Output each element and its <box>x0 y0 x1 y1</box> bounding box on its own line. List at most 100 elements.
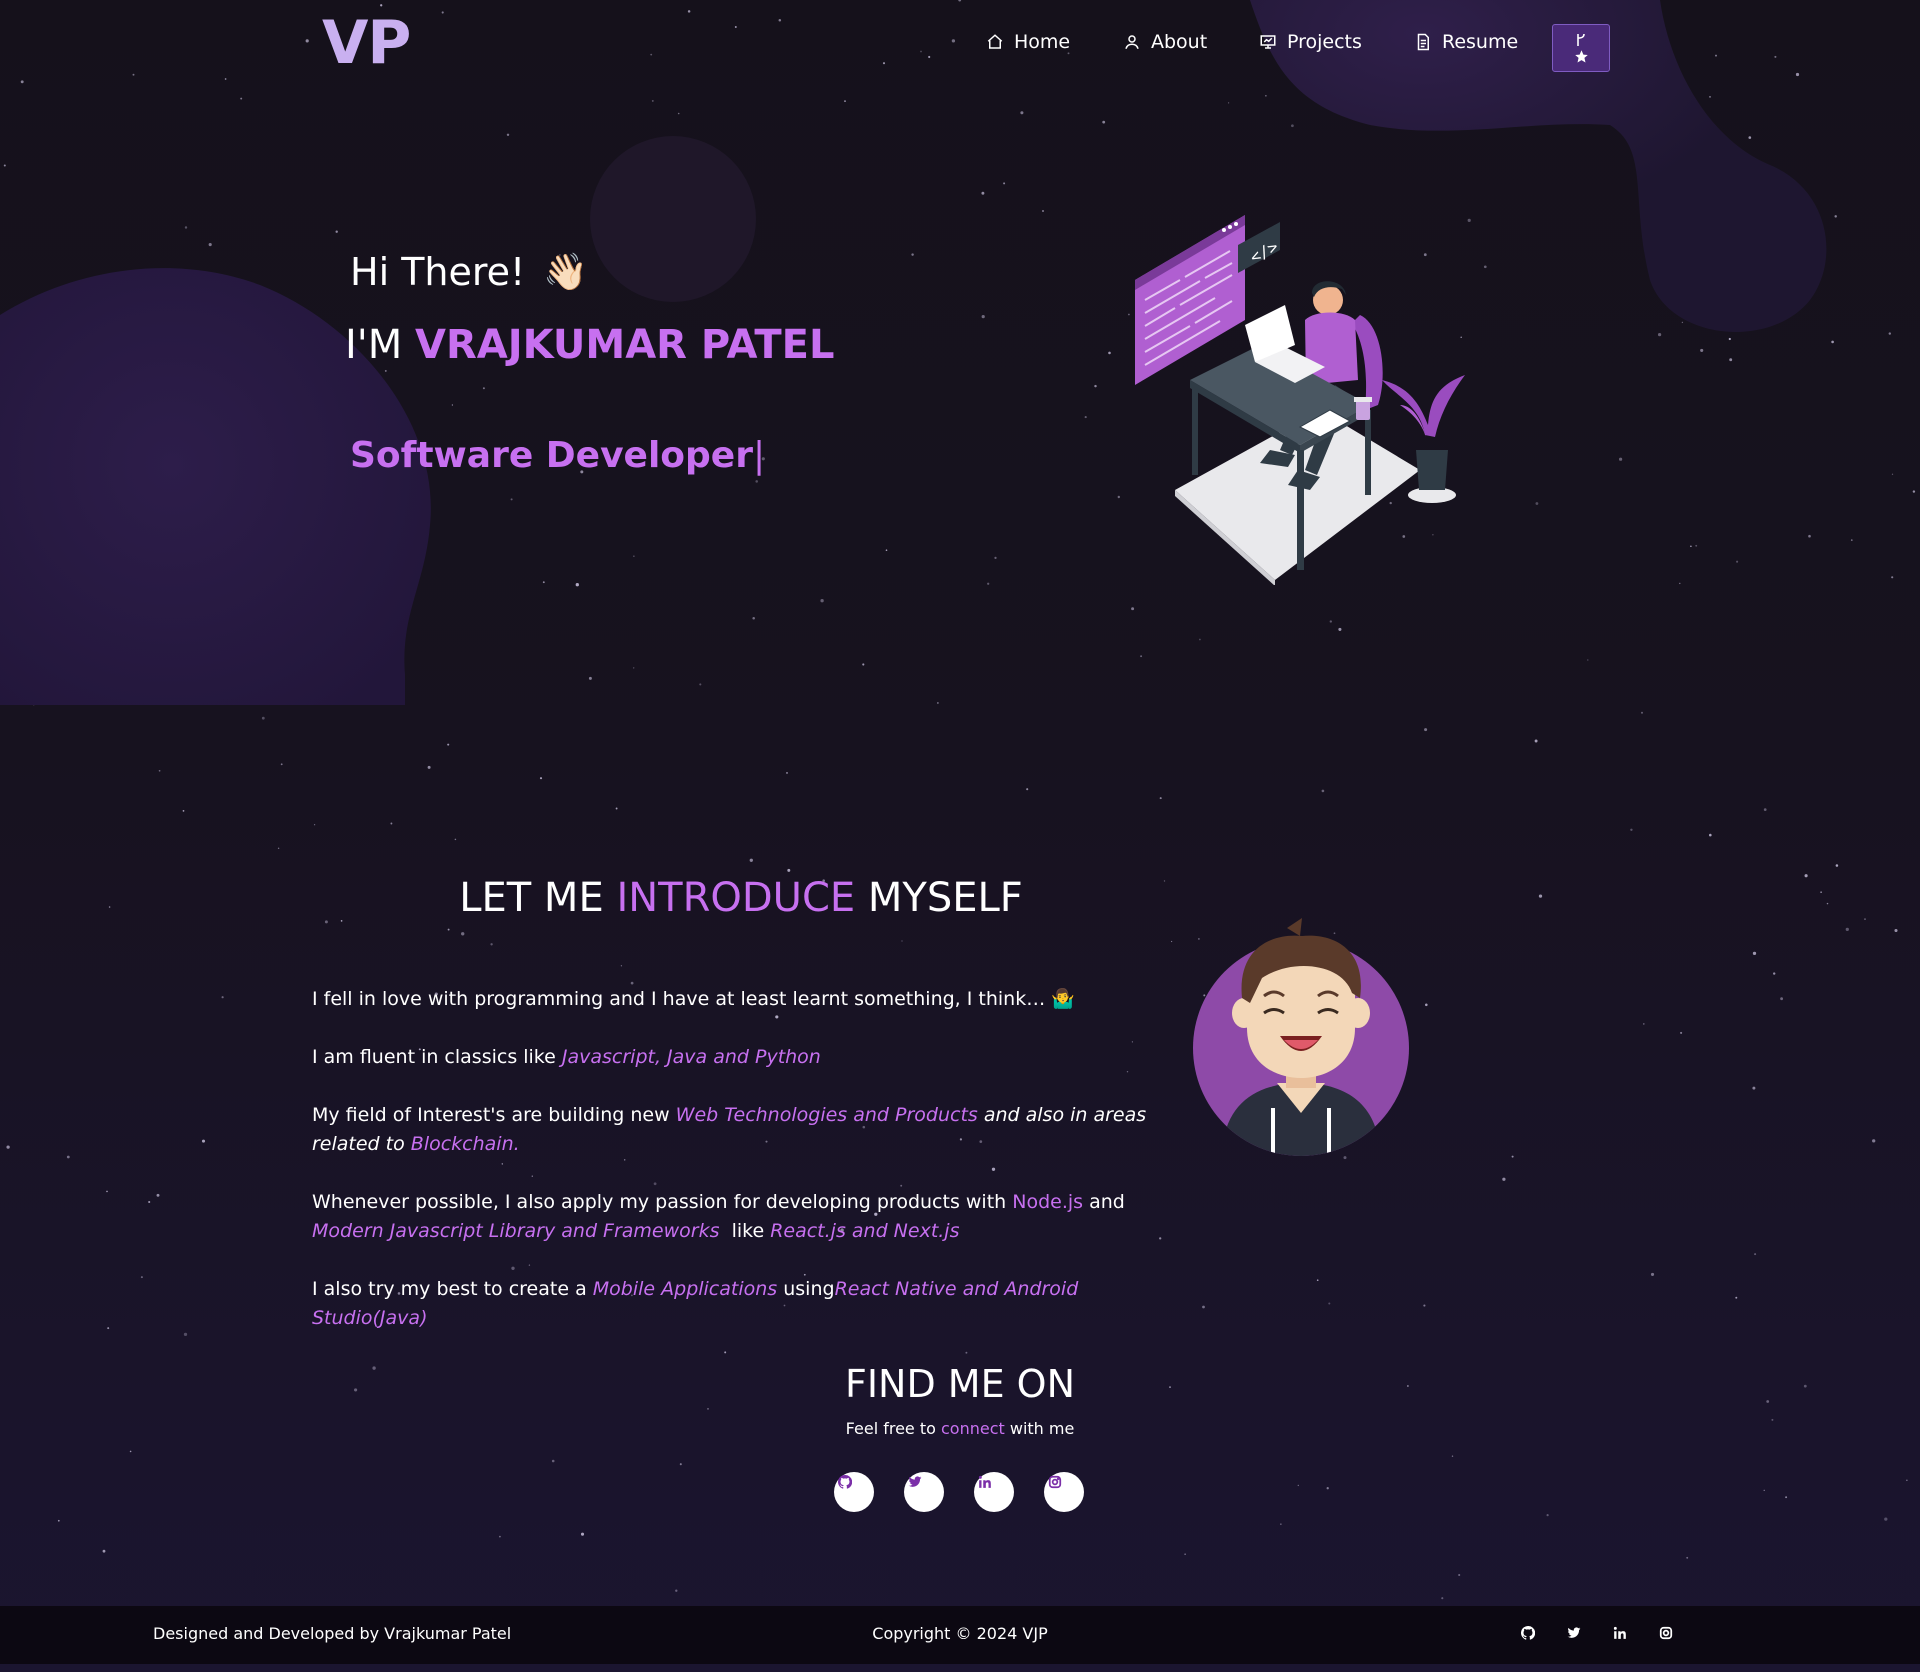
star <box>820 599 824 603</box>
star <box>201 1139 206 1143</box>
star <box>1752 1086 1756 1090</box>
star <box>57 1519 60 1522</box>
star <box>1763 808 1767 811</box>
star <box>1650 1272 1655 1276</box>
star <box>588 676 592 680</box>
star <box>1618 457 1623 461</box>
instagram-icon <box>1047 1474 1063 1490</box>
star <box>1108 351 1111 355</box>
nav-projects[interactable]: Projects <box>1259 28 1362 56</box>
p4-text-3: like <box>719 1220 771 1242</box>
star <box>844 100 846 103</box>
nav-home-label: Home <box>1014 31 1071 53</box>
github-icon[interactable] <box>1520 1623 1536 1643</box>
star <box>66 1155 70 1159</box>
star <box>633 555 635 557</box>
star <box>937 702 939 704</box>
star <box>277 847 280 850</box>
intro-paragraph-3: My field of Interest's are building new … <box>312 1101 1162 1159</box>
star <box>1546 1514 1549 1517</box>
intro-title-pre: LET ME <box>459 875 617 921</box>
star <box>1451 1455 1454 1457</box>
star <box>140 1276 143 1279</box>
star <box>620 965 623 967</box>
connect-link[interactable]: connect <box>941 1419 1005 1438</box>
star <box>1872 1139 1876 1143</box>
p4-text-2: and <box>1083 1191 1125 1213</box>
star <box>1820 891 1822 893</box>
star <box>1441 1597 1444 1600</box>
user-icon <box>1125 35 1139 49</box>
document-icon <box>1417 33 1429 51</box>
social-instagram-button[interactable] <box>1044 1472 1084 1512</box>
star <box>280 763 283 766</box>
logo[interactable]: VP <box>322 8 411 78</box>
home-icon <box>987 34 1003 49</box>
star <box>1729 358 1733 362</box>
p4-highlight-node: Node.js <box>1012 1191 1084 1213</box>
star <box>1641 711 1643 714</box>
purple-blob-small <box>590 136 756 302</box>
star <box>1679 582 1681 585</box>
star <box>1884 1517 1888 1521</box>
nav-home[interactable]: Home <box>986 28 1070 56</box>
p3-highlight-1: Web Technologies and Products <box>675 1104 978 1126</box>
star <box>1338 627 1342 631</box>
star <box>240 97 243 100</box>
social-twitter-button[interactable] <box>904 1472 944 1512</box>
hero-greeting: Hi There! 👋🏻 <box>350 250 588 294</box>
p3-highlight-2: Blockchain. <box>410 1133 520 1155</box>
star <box>1690 545 1692 548</box>
star <box>1736 560 1739 563</box>
star <box>1202 1305 1205 1309</box>
star <box>3 164 6 167</box>
star <box>1891 576 1894 579</box>
nav-about[interactable]: About <box>1123 28 1207 56</box>
star <box>981 315 985 319</box>
linkedin-icon[interactable] <box>1612 1623 1628 1643</box>
star <box>1780 997 1784 1001</box>
star <box>901 940 903 942</box>
twitter-icon[interactable] <box>1566 1623 1582 1643</box>
star <box>1587 659 1589 661</box>
typewriter-cursor: | <box>752 435 766 476</box>
star <box>580 1532 585 1536</box>
nav-resume[interactable]: Resume <box>1414 28 1518 56</box>
p1-text: I fell in love with programming and I ha… <box>312 988 1052 1010</box>
star <box>1754 1253 1757 1256</box>
footer-social-links <box>1520 1623 1674 1643</box>
star <box>1763 1489 1765 1491</box>
intro-paragraphs: I fell in love with programming and I ha… <box>312 985 1162 1362</box>
p2-text: I am fluent in classics like <box>312 1046 562 1068</box>
star <box>183 1332 188 1337</box>
p4-text-1: Whenever possible, I also apply my passi… <box>312 1191 1013 1213</box>
navbar: VP Home About Projects Resume <box>0 0 1920 96</box>
social-linkedin-button[interactable] <box>974 1472 1014 1512</box>
star <box>911 253 914 256</box>
star <box>1170 940 1173 943</box>
star <box>1140 655 1143 658</box>
star <box>1534 739 1538 743</box>
intro-paragraph-2: I am fluent in classics like Javascript,… <box>312 1043 1162 1072</box>
star <box>633 667 635 669</box>
github-fork-button[interactable] <box>1552 24 1610 72</box>
social-github-button[interactable] <box>834 1472 874 1512</box>
star <box>1850 539 1853 541</box>
star <box>1321 789 1325 793</box>
star <box>862 663 865 666</box>
p5-text-1: I also try my best to create a <box>312 1278 593 1300</box>
developer-desk-illustration: </> <box>1135 215 1465 585</box>
star-icon <box>1574 49 1588 62</box>
instagram-icon[interactable] <box>1658 1623 1674 1643</box>
star <box>755 480 758 483</box>
star <box>1511 1155 1514 1158</box>
star <box>1020 111 1024 115</box>
hero-name: I'M VRAJKUMAR PATEL <box>345 322 834 368</box>
intro-paragraph-1: I fell in love with programming and I ha… <box>312 985 1162 1014</box>
star <box>1894 928 1898 933</box>
star <box>1695 544 1698 547</box>
star <box>390 822 393 825</box>
role-text: Software Developer <box>350 435 753 476</box>
star <box>427 765 431 769</box>
star <box>1003 182 1006 185</box>
